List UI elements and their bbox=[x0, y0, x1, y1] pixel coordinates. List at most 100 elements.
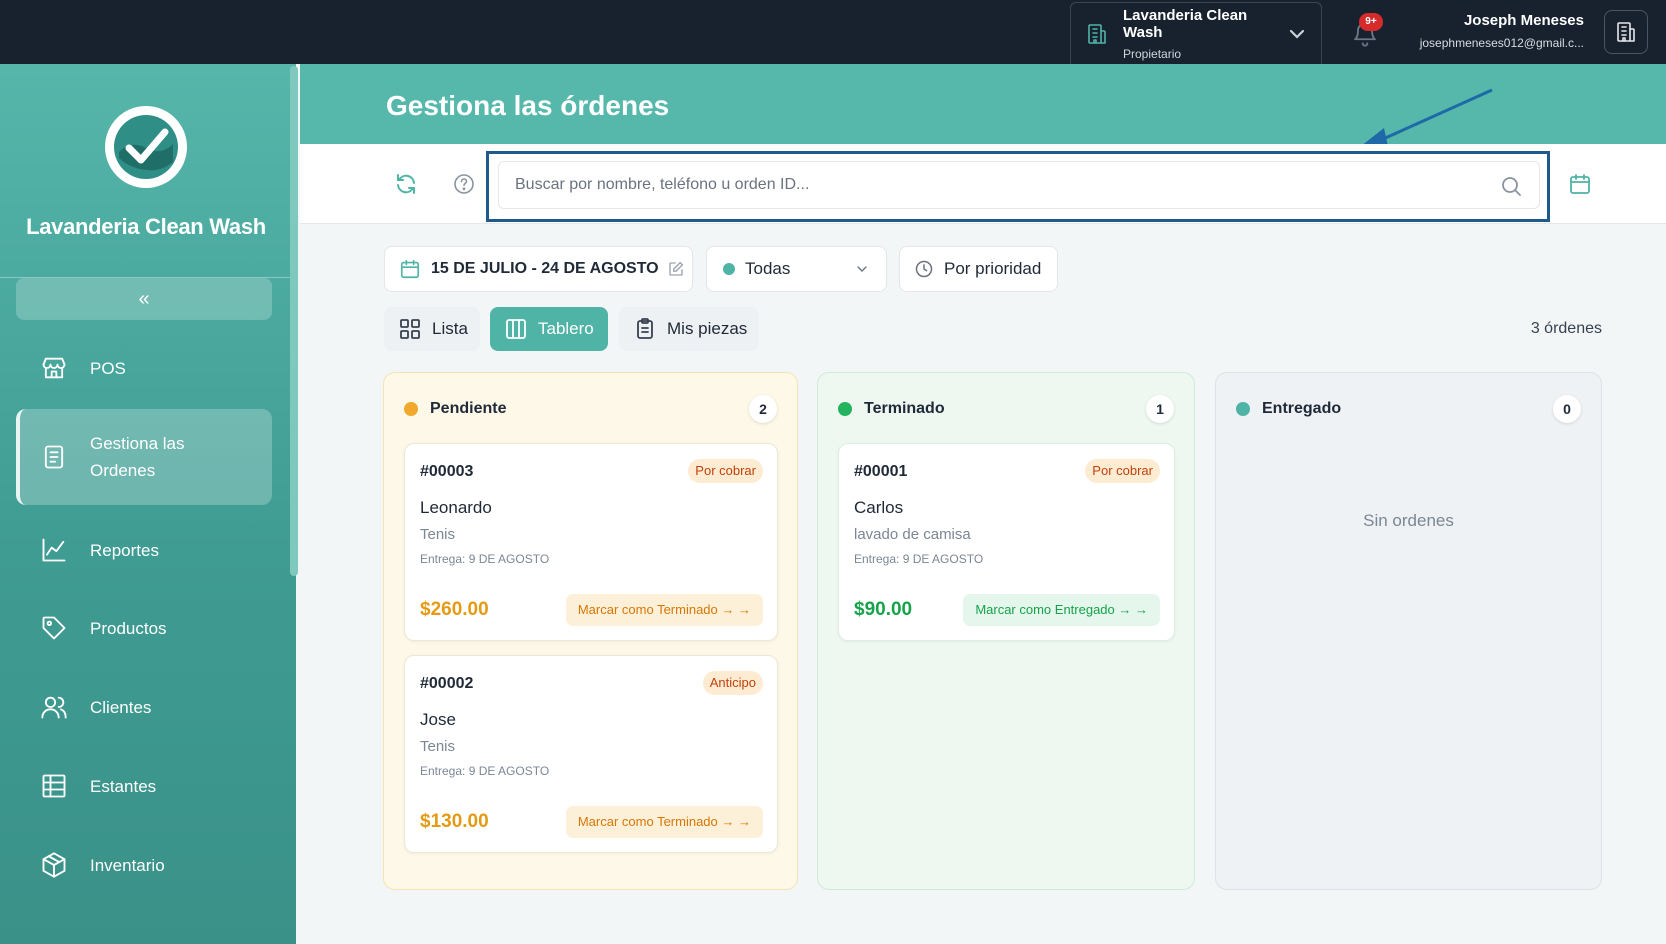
search-box bbox=[498, 161, 1540, 209]
customer-name: Carlos bbox=[854, 498, 904, 517]
sidebar-item-orders[interactable]: Gestiona las Ordenes bbox=[16, 409, 272, 505]
mark-delivered-button[interactable]: Marcar como Entregado → → bbox=[963, 594, 1160, 626]
view-board-label: Tablero bbox=[538, 319, 594, 338]
order-id: #00003 bbox=[420, 463, 474, 480]
payment-badge: Por cobrar bbox=[1085, 459, 1160, 483]
search-icon[interactable] bbox=[1499, 174, 1523, 198]
payment-badge: Anticipo bbox=[702, 671, 763, 695]
calendar-icon[interactable] bbox=[1568, 172, 1592, 196]
clock-icon bbox=[915, 260, 933, 278]
sidebar-item-label: Reportes bbox=[90, 540, 159, 560]
order-price: $130.00 bbox=[420, 811, 489, 832]
view-pieces-button[interactable]: Mis piezas bbox=[619, 307, 759, 351]
column-done: Terminado 1 #00001 Por cobrar Carlos lav… bbox=[817, 372, 1195, 890]
mark-finished-button[interactable]: Marcar como Terminado → → bbox=[565, 806, 763, 838]
laundry-check-logo-icon bbox=[114, 115, 178, 179]
column-title: Pendiente bbox=[430, 400, 507, 417]
notification-badge: 9+ bbox=[1359, 13, 1383, 31]
sidebar-item-label: Estantes bbox=[90, 776, 157, 796]
help-icon[interactable] bbox=[452, 172, 476, 196]
box-icon bbox=[42, 852, 66, 878]
business-menu-button[interactable] bbox=[1604, 10, 1648, 54]
organization-role: Propietario bbox=[1123, 46, 1182, 61]
sidebar-item-shelves[interactable]: Estantes bbox=[16, 768, 272, 804]
column-count: 2 bbox=[749, 395, 777, 423]
order-card[interactable]: #00003 Por cobrar Leonardo Tenis Entrega… bbox=[404, 443, 778, 641]
status-filter-select[interactable]: Todas bbox=[706, 246, 887, 292]
sidebar-item-label: Clientes bbox=[90, 697, 152, 717]
column-delivered: Entregado 0 Sin ordenes bbox=[1215, 372, 1602, 890]
sidebar-item-pos[interactable]: POS bbox=[16, 350, 272, 386]
column-count: 1 bbox=[1146, 395, 1174, 423]
view-list-label: Lista bbox=[432, 319, 468, 338]
calendar-icon bbox=[400, 259, 420, 279]
sidebar-item-clients[interactable]: Clientes bbox=[16, 689, 272, 725]
building-icon bbox=[1088, 23, 1106, 44]
search-input[interactable] bbox=[515, 162, 1475, 208]
user-name: Joseph Meneses bbox=[1463, 12, 1584, 29]
brand-logo bbox=[105, 106, 187, 188]
column-header: Entregado 0 bbox=[1236, 395, 1581, 423]
order-item: Tenis bbox=[420, 526, 456, 543]
refresh-icon[interactable] bbox=[394, 172, 418, 196]
column-title: Terminado bbox=[864, 400, 945, 417]
column-count: 0 bbox=[1553, 395, 1581, 423]
status-filter-value: Todas bbox=[745, 259, 791, 278]
column-status-dot bbox=[404, 402, 418, 416]
brand-name: Lavanderia Clean Wash bbox=[26, 214, 266, 239]
sidebar-item-label: Inventario bbox=[90, 855, 165, 875]
organization-switcher[interactable]: Lavanderia Clean Wash Propietario bbox=[1070, 2, 1322, 64]
view-list-button[interactable]: Lista bbox=[384, 307, 480, 351]
delivery-date: Entrega: 9 DE AGOSTO bbox=[420, 552, 550, 566]
table-icon bbox=[42, 774, 66, 798]
annotation-arrow-icon bbox=[1356, 88, 1493, 150]
columns-icon bbox=[506, 319, 526, 339]
orders-count: 3 órdenes bbox=[1530, 320, 1602, 337]
sidebar-item-label: Productos bbox=[90, 618, 167, 638]
edit-icon[interactable] bbox=[667, 260, 685, 278]
order-price: $90.00 bbox=[854, 599, 913, 620]
payment-badge: Por cobrar bbox=[688, 459, 763, 483]
sidebar-item-label: Gestiona las Ordenes bbox=[90, 434, 185, 480]
column-pending: Pendiente 2 #00003 Por cobrar Leonardo T… bbox=[383, 372, 798, 890]
order-item: Tenis bbox=[420, 738, 456, 755]
chevron-down-icon bbox=[1289, 29, 1305, 39]
delivery-date: Entrega: 9 DE AGOSTO bbox=[420, 764, 550, 778]
grid-icon bbox=[400, 319, 420, 339]
clipboard-icon bbox=[637, 318, 653, 339]
store-icon bbox=[42, 357, 66, 379]
order-card[interactable]: #00002 Anticipo Jose Tenis Entrega: 9 DE… bbox=[404, 655, 778, 853]
users-icon bbox=[41, 696, 67, 719]
customer-name: Leonardo bbox=[420, 498, 492, 517]
empty-column-message: Sin ordenes bbox=[1363, 511, 1454, 530]
collapse-sidebar-button[interactable]: « bbox=[16, 278, 272, 320]
sidebar-item-products[interactable]: Productos bbox=[16, 610, 272, 646]
sidebar-item-label: POS bbox=[90, 358, 126, 378]
user-info[interactable]: Joseph Meneses josephmeneses012@gmail.c.… bbox=[1420, 12, 1584, 50]
sidebar-item-inventory[interactable]: Inventario bbox=[16, 847, 272, 883]
top-bar: Lavanderia Clean Wash Propietario 9+ Jos… bbox=[0, 0, 1666, 64]
date-range-filter[interactable]: 15 DE JULIO - 24 DE AGOSTO bbox=[384, 246, 693, 292]
order-id: #00002 bbox=[420, 675, 474, 692]
document-icon bbox=[44, 445, 64, 469]
chart-line-icon bbox=[42, 538, 66, 562]
page-title: Gestiona las órdenes bbox=[386, 90, 670, 121]
column-header: Pendiente 2 bbox=[404, 395, 777, 423]
sidebar-scrollbar[interactable] bbox=[290, 66, 298, 576]
column-title: Entregado bbox=[1262, 400, 1342, 417]
order-item: lavado de camisa bbox=[854, 526, 971, 543]
organization-name: Lavanderia Clean Wash bbox=[1123, 6, 1248, 41]
chevron-down-icon bbox=[857, 266, 867, 272]
column-header: Terminado 1 bbox=[838, 395, 1174, 423]
sort-priority-button[interactable]: Por prioridad bbox=[899, 246, 1058, 292]
tag-icon bbox=[42, 616, 66, 640]
date-range-label: 15 DE JULIO - 24 DE AGOSTO bbox=[431, 260, 659, 277]
order-card[interactable]: #00001 Por cobrar Carlos lavado de camis… bbox=[838, 443, 1175, 641]
customer-name: Jose bbox=[420, 710, 456, 729]
order-id: #00001 bbox=[854, 463, 908, 480]
view-pieces-label: Mis piezas bbox=[667, 319, 748, 338]
view-board-button[interactable]: Tablero bbox=[490, 307, 608, 351]
building-icon bbox=[1617, 22, 1635, 42]
sidebar-item-reports[interactable]: Reportes bbox=[16, 532, 272, 568]
mark-finished-button[interactable]: Marcar como Terminado → → bbox=[565, 594, 763, 626]
